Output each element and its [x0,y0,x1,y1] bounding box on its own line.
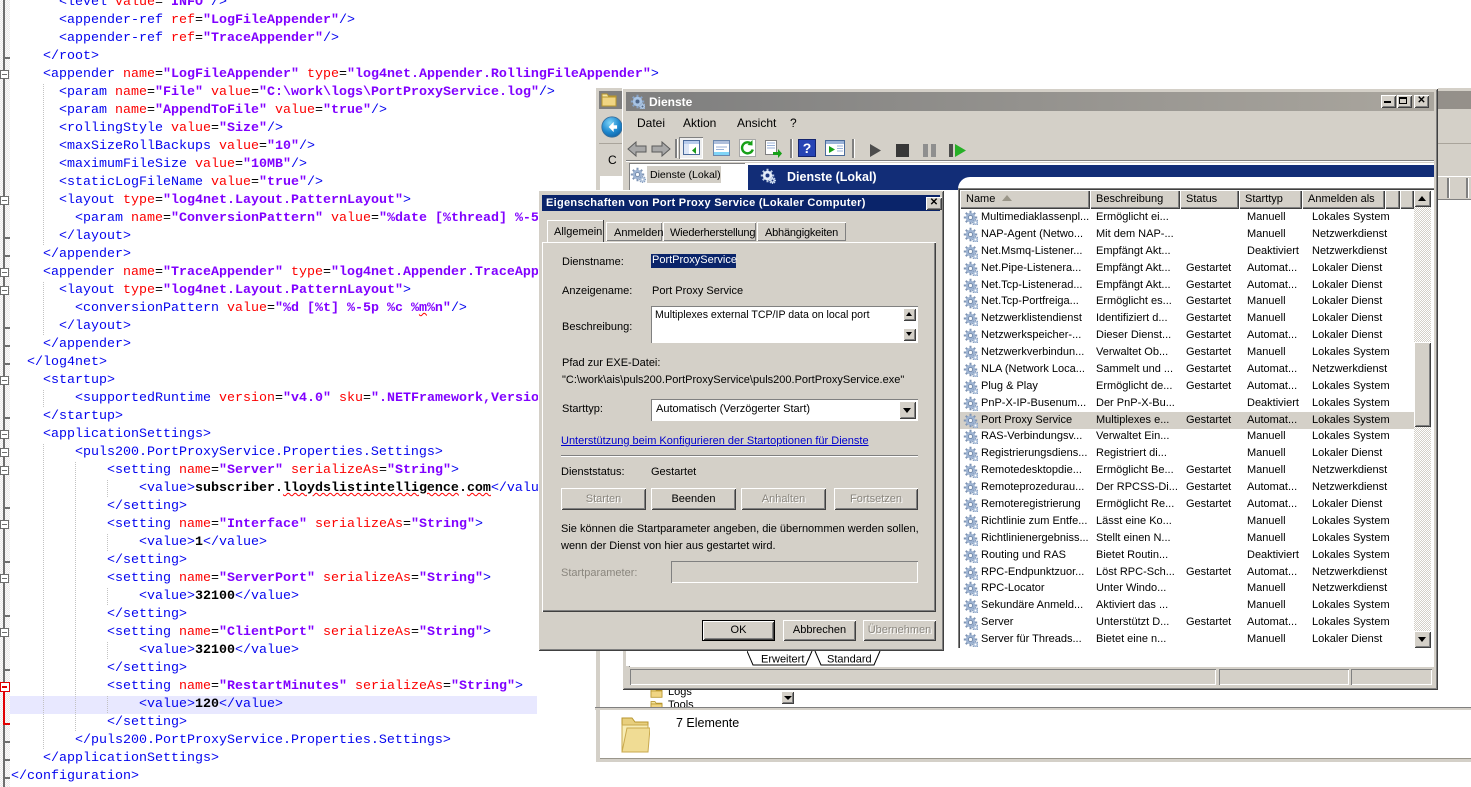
svg-text:?: ? [803,140,812,156]
svg-text:Erweitert: Erweitert [761,654,804,666]
svg-text:Standard: Standard [827,654,872,666]
